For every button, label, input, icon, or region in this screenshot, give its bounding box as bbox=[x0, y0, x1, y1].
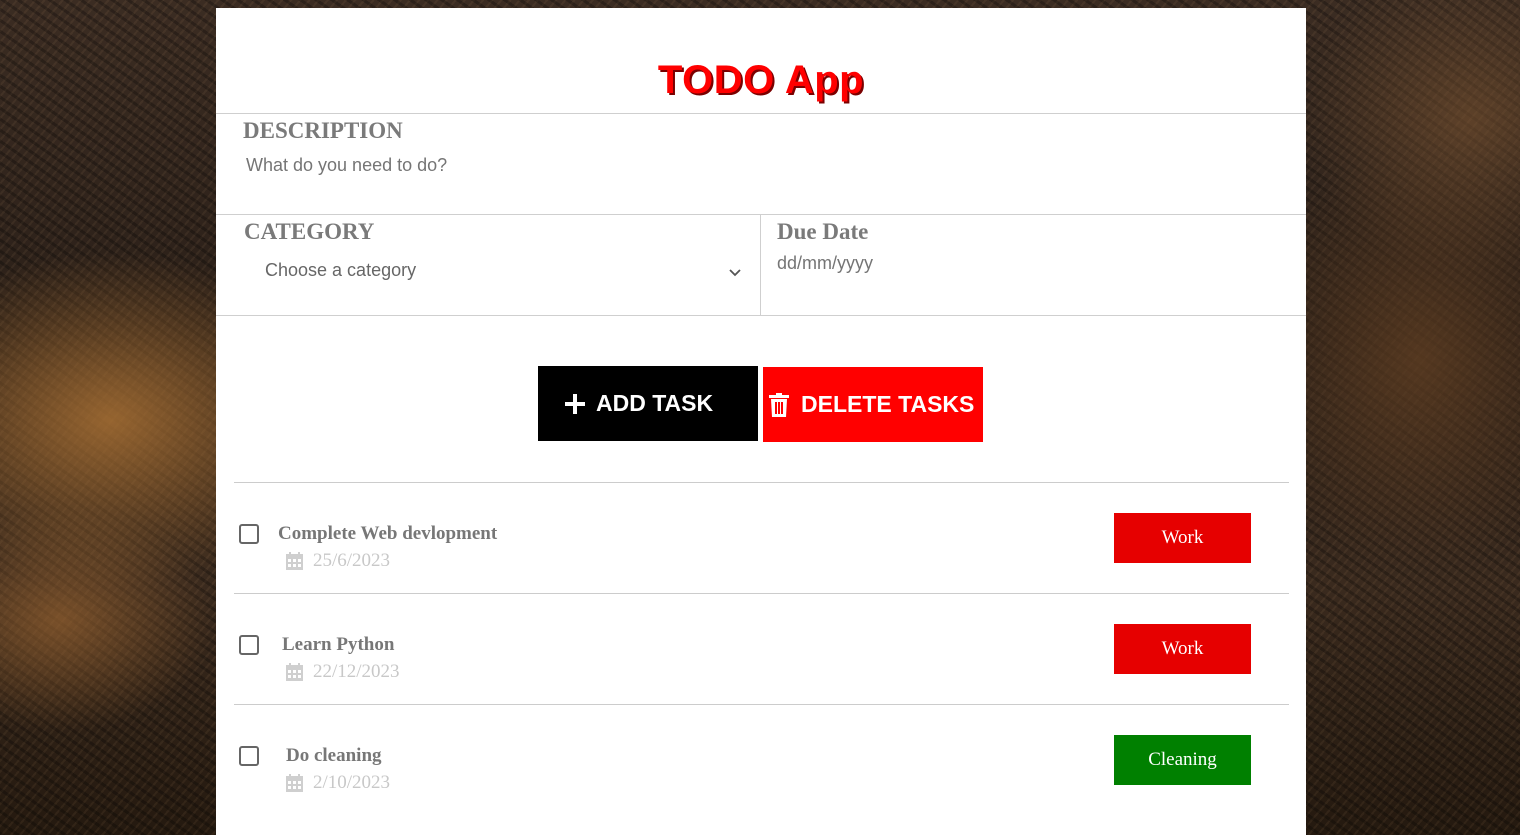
calendar-icon bbox=[286, 552, 303, 570]
task-title: Do cleaning bbox=[286, 745, 382, 766]
category-select-value: Choose a category bbox=[265, 260, 417, 280]
task-date: 2/10/2023 bbox=[286, 772, 390, 794]
divider bbox=[216, 315, 1306, 316]
task-date-text: 25/6/2023 bbox=[313, 550, 391, 571]
category-badge: Work bbox=[1114, 513, 1251, 563]
description-label: DESCRIPTION bbox=[243, 118, 403, 143]
trash-icon bbox=[769, 392, 789, 417]
task-title: Complete Web devlopment bbox=[278, 523, 498, 544]
category-badge: Cleaning bbox=[1114, 735, 1251, 785]
divider bbox=[216, 214, 1306, 215]
description-input[interactable] bbox=[246, 152, 1246, 178]
task-item: Complete Web devlopment 25/6/2023 Work bbox=[234, 483, 1289, 593]
task-checkbox[interactable] bbox=[239, 635, 259, 655]
task-date: 22/12/2023 bbox=[286, 661, 400, 683]
chevron-down-icon bbox=[729, 269, 741, 277]
add-task-button[interactable]: ADD TASK bbox=[538, 366, 758, 441]
task-title: Learn Python bbox=[282, 634, 395, 655]
task-item: Do cleaning 2/10/2023 Cleaning bbox=[234, 705, 1289, 815]
due-date-input[interactable] bbox=[777, 250, 1277, 276]
task-date-text: 2/10/2023 bbox=[313, 772, 391, 793]
task-item: Learn Python 22/12/2023 Work bbox=[234, 594, 1289, 704]
add-task-label: ADD TASK bbox=[596, 390, 714, 416]
task-checkbox[interactable] bbox=[239, 524, 259, 544]
category-label: CATEGORY bbox=[244, 219, 375, 244]
calendar-icon bbox=[286, 774, 303, 792]
app-title: TODO App bbox=[657, 58, 865, 102]
delete-tasks-label: DELETE TASKS bbox=[801, 391, 975, 417]
todo-card: TODO App DESCRIPTION CATEGORY Choose a c… bbox=[216, 8, 1306, 835]
divider bbox=[216, 113, 1306, 114]
task-checkbox[interactable] bbox=[239, 746, 259, 766]
delete-tasks-button[interactable]: DELETE TASKS bbox=[763, 367, 983, 442]
field-divider bbox=[760, 214, 761, 315]
category-badge: Work bbox=[1114, 624, 1251, 674]
calendar-icon bbox=[286, 663, 303, 681]
plus-icon bbox=[565, 393, 585, 414]
task-date: 25/6/2023 bbox=[286, 550, 390, 572]
task-date-text: 22/12/2023 bbox=[313, 661, 400, 682]
due-date-label: Due Date bbox=[777, 219, 869, 244]
category-select[interactable]: Choose a category bbox=[265, 258, 755, 286]
